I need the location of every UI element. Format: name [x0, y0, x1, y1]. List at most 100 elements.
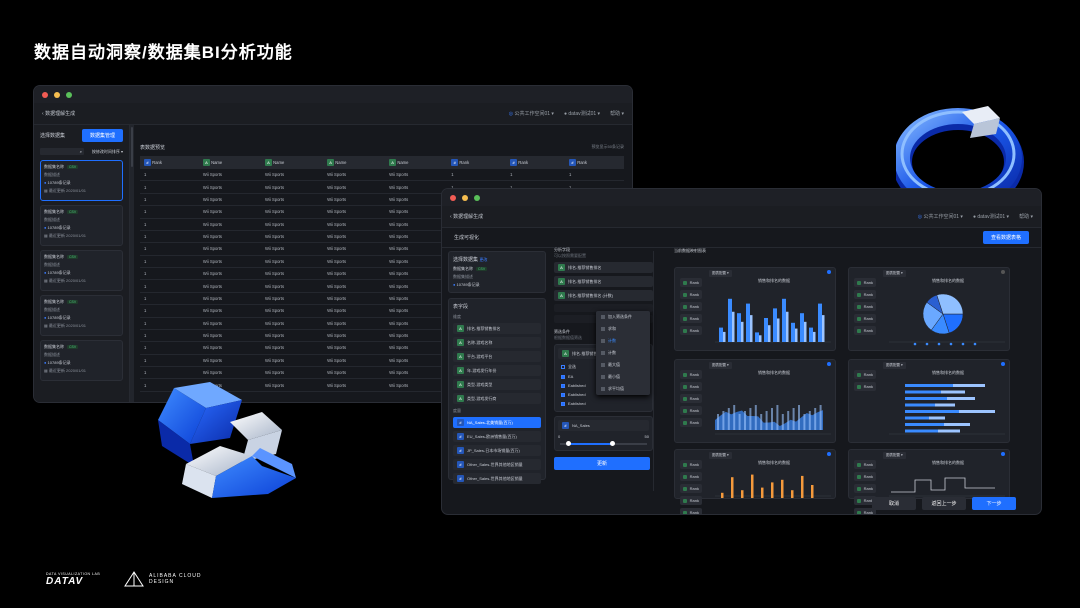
column-header[interactable]: # Rank: [565, 156, 624, 169]
menu-item[interactable]: 计数: [596, 347, 650, 359]
field-item[interactable]: # NA_Sales-北美销量(百万): [453, 417, 541, 428]
view-dataset-button[interactable]: 查看数据表格: [982, 231, 1029, 244]
menu-item[interactable]: 加入筛选条件: [596, 311, 650, 323]
field-item[interactable]: # Other_Sales-世界其他地区销量: [453, 459, 541, 470]
legend-item[interactable]: Rank: [680, 418, 702, 427]
minimize-dot-icon[interactable]: [462, 194, 468, 201]
chart-card[interactable]: 图表配置 ▾ Rank Rank 销售和排名的数据: [848, 359, 1010, 443]
legend-item[interactable]: Rank: [680, 290, 702, 299]
chart-card[interactable]: 图表配置 ▾ Rank Rank Rank Rank Rank 销售和排名的数据: [848, 267, 1010, 351]
checkbox-icon[interactable]: [561, 401, 565, 406]
field-item[interactable]: A 平台-游戏平台: [453, 351, 541, 362]
workspace-selector[interactable]: ◎ 公共工作空间01 ▾: [509, 110, 554, 117]
legend-item[interactable]: Rank: [680, 278, 702, 287]
cancel-button[interactable]: 取消: [872, 497, 916, 510]
checkbox-icon[interactable]: [561, 383, 565, 388]
dataset-card[interactable]: 数据集名称 CSV 数据描述 ● 10789条记录 ▦ 最近更新 2020/01/…: [40, 205, 123, 246]
legend-item[interactable]: Rank: [854, 326, 876, 335]
radio-icon[interactable]: [827, 270, 831, 274]
legend-item[interactable]: Rank: [854, 460, 876, 469]
column-header[interactable]: A Name: [198, 156, 261, 169]
dataset-card[interactable]: 数据集名称 CSV 数据描述 ● 10789条记录 ▦ 最近更新 2020/01/…: [40, 295, 123, 336]
checkbox-icon[interactable]: [561, 392, 565, 397]
field-item[interactable]: # Other_Sales-世界其他地区销量: [453, 473, 541, 484]
field-item[interactable]: A 年-游戏发行年份: [453, 365, 541, 376]
chart-config-dropdown[interactable]: 图表配置 ▾: [709, 270, 732, 277]
menu-item[interactable]: 最小值: [596, 371, 650, 383]
legend-item[interactable]: Rank: [680, 326, 702, 335]
legend-item[interactable]: Rank: [854, 484, 876, 493]
chart-config-dropdown[interactable]: 图表配置 ▾: [883, 362, 906, 369]
filter-option[interactable]: Eablished: [558, 399, 649, 408]
legend-item[interactable]: Rank: [680, 484, 702, 493]
field-item[interactable]: A 名称-游戏名称: [453, 337, 541, 348]
field-item[interactable]: # EU_Sales-欧洲销售量(百万): [453, 431, 541, 442]
radio-icon[interactable]: [1001, 270, 1005, 274]
chart-card[interactable]: 图表配置 ▾ Rank Rank Rank Rank Rank 销售和排名的数据: [674, 449, 836, 514]
range-slider[interactable]: [558, 441, 649, 447]
radio-icon[interactable]: [1001, 362, 1005, 366]
chart-card[interactable]: 图表配置 ▾ Rank Rank Rank Rank Rank 销售和排名的数据: [674, 267, 836, 351]
radio-icon[interactable]: [1001, 452, 1005, 456]
close-dot-icon[interactable]: [42, 91, 48, 98]
help-link[interactable]: 帮助 ▾: [610, 110, 624, 117]
slider-max-input[interactable]: 50: [645, 434, 649, 439]
column-header[interactable]: # Rank: [447, 156, 507, 169]
field-item[interactable]: A 排名-推荐销售排名: [554, 276, 653, 287]
manage-dataset-button[interactable]: 数据集管理: [81, 129, 123, 142]
legend-item[interactable]: Rank: [680, 382, 702, 391]
help-link[interactable]: 帮助 ▾: [1019, 213, 1033, 220]
legend-item[interactable]: Rank: [854, 278, 876, 287]
legend-item[interactable]: Rank: [854, 290, 876, 299]
minimize-dot-icon[interactable]: [54, 91, 60, 98]
legend-item[interactable]: Rank: [854, 382, 876, 391]
field-item[interactable]: A 类型-游戏类型: [453, 379, 541, 390]
legend-item[interactable]: Rank: [680, 394, 702, 403]
legend-item[interactable]: Rank: [854, 472, 876, 481]
user-menu[interactable]: ● datav测试01 ▾: [973, 213, 1009, 220]
chart-config-dropdown[interactable]: 图表配置 ▾: [883, 270, 906, 277]
legend-item[interactable]: Rank: [680, 406, 702, 415]
slider-field[interactable]: # NA_Sales: [558, 420, 649, 431]
sort-dropdown[interactable]: 按修改时间排序 ▾: [92, 149, 123, 155]
legend-item[interactable]: Rank: [680, 508, 702, 514]
change-link[interactable]: 更改: [479, 257, 487, 262]
header-breadcrumb[interactable]: ‹ 数据理解生成: [42, 110, 75, 117]
dataset-card[interactable]: 数据集名称 CSV 数据描述 ● 10789条记录 ▦ 最近更新 2020/01/…: [40, 250, 123, 291]
menu-item[interactable]: 计数: [596, 335, 650, 347]
search-input[interactable]: ⌕: [40, 148, 84, 155]
chart-config-dropdown[interactable]: 图表配置 ▾: [709, 362, 732, 369]
column-header[interactable]: A Name: [260, 156, 324, 169]
legend-item[interactable]: Rank: [854, 370, 876, 379]
header-breadcrumb[interactable]: ‹ 数据理解生成: [450, 213, 483, 220]
legend-item[interactable]: Rank: [680, 302, 702, 311]
column-header[interactable]: A Name: [323, 156, 386, 169]
column-header[interactable]: # Rank: [506, 156, 566, 169]
scrollbar[interactable]: [131, 127, 133, 167]
dataset-card[interactable]: 数据集名称 CSV 数据描述 ● 10789条记录 ▦ 最近更新 2020/01/…: [40, 340, 123, 381]
legend-item[interactable]: Rank: [854, 314, 876, 323]
legend-item[interactable]: Rank: [854, 302, 876, 311]
next-button[interactable]: 下一步: [972, 497, 1016, 510]
field-item[interactable]: A 排名-推荐销售排名: [453, 323, 541, 334]
close-dot-icon[interactable]: [450, 194, 456, 201]
legend-item[interactable]: Rank: [680, 370, 702, 379]
maximize-dot-icon[interactable]: [474, 194, 480, 201]
column-header[interactable]: # Rank: [140, 156, 199, 169]
prev-button[interactable]: 返回上一步: [922, 497, 966, 510]
slider-min-input[interactable]: 0: [558, 434, 560, 439]
workspace-selector[interactable]: ◎ 公共工作空间01 ▾: [918, 213, 963, 220]
chart-card[interactable]: 图表配置 ▾ Rank Rank Rank Rank Rank 销售和排名的数据: [674, 359, 836, 443]
dataset-card[interactable]: 数据集名称 CSV 数据描述 ● 10789条记录 ▦ 最近更新 2020/01/…: [40, 160, 123, 201]
legend-item[interactable]: Rank: [680, 314, 702, 323]
column-header[interactable]: A Name: [385, 156, 448, 169]
user-menu[interactable]: ● datav测试01 ▾: [564, 110, 600, 117]
field-item[interactable]: A 类型-游戏发行商: [453, 393, 541, 404]
checkbox-icon[interactable]: [561, 374, 565, 379]
field-item[interactable]: # JP_Sales-日本市场销量(百万): [453, 445, 541, 456]
menu-item[interactable]: 最大值: [596, 359, 650, 371]
menu-item[interactable]: 求平均值: [596, 383, 650, 395]
radio-icon[interactable]: [827, 452, 831, 456]
chart-card[interactable]: 图表配置 ▾ Rank Rank Rank Rank Rank 销售和排名的数据: [848, 449, 1010, 514]
checkbox-icon[interactable]: [561, 365, 565, 369]
